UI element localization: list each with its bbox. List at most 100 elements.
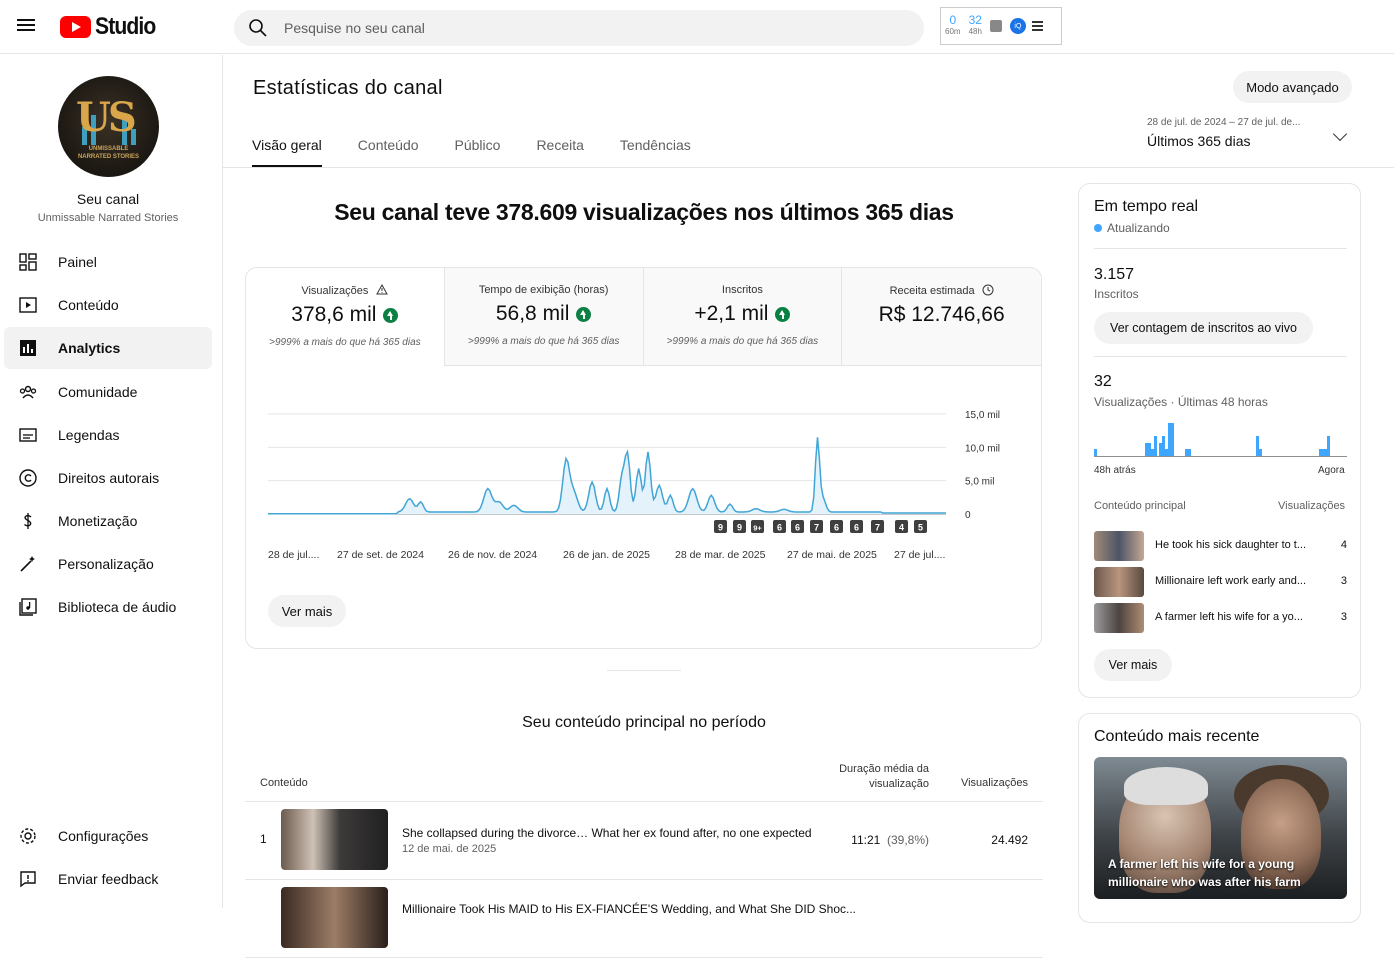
channel-avatar[interactable]: US UNMISSABLE NARRATED STORIES xyxy=(58,76,159,177)
ext-chart-icon[interactable] xyxy=(989,20,1002,32)
sidebar-item-label: Direitos autorais xyxy=(58,470,160,486)
menu-icon[interactable] xyxy=(16,16,38,38)
date-range-picker[interactable]: 28 de jul. de 2024 – 27 de jul. de... Úl… xyxy=(1147,117,1348,149)
views-chart: 15,0 mil 10,0 mil 5,0 mil 0 28 de jul.... 27 … xyxy=(246,366,1041,566)
top-content-header: Conteúdo principal xyxy=(1094,500,1186,512)
table-row[interactable]: 1 She collapsed during the divorce… What… xyxy=(245,802,1043,880)
tab-conteudo[interactable]: Conteúdo xyxy=(358,137,419,167)
ext-counter-48h: 32 48h xyxy=(968,13,982,36)
video-marker[interactable]: 6 xyxy=(791,520,804,533)
video-title[interactable]: She collapsed during the divorce… What h… xyxy=(402,826,812,840)
video-title[interactable]: A farmer left his wife for a yo... xyxy=(1155,611,1319,623)
sidebar-item-legendas[interactable]: Legendas xyxy=(4,414,212,456)
recent-video-thumbnail[interactable]: A farmer left his wife for a young milli… xyxy=(1094,757,1347,899)
search-bar[interactable]: Pesquise no seu canal xyxy=(234,10,924,46)
realtime-views-value: 32 xyxy=(1094,373,1112,390)
copyright-icon xyxy=(16,466,40,490)
x-tick-label: 27 de jul.... xyxy=(894,549,945,561)
live-subscriber-count-button[interactable]: Ver contagem de inscritos ao vivo xyxy=(1094,312,1313,344)
realtime-views-label: Visualizações · Últimas 48 horas xyxy=(1094,395,1268,409)
sidebar-item-label: Comunidade xyxy=(58,384,138,400)
video-thumbnail[interactable] xyxy=(1094,603,1144,633)
video-thumbnail[interactable] xyxy=(1094,567,1144,597)
video-thumbnail[interactable] xyxy=(281,809,388,870)
col-content: Conteúdo xyxy=(260,777,308,789)
list-item[interactable]: Millionaire left work early and... 3 xyxy=(1094,567,1347,597)
advanced-mode-button[interactable]: Modo avançado xyxy=(1233,71,1352,103)
video-marker[interactable]: 7 xyxy=(871,520,884,533)
metric-watch-time[interactable]: Tempo de exibição (horas) 56,8 mil >999%… xyxy=(444,268,644,366)
tab-visao-geral[interactable]: Visão geral xyxy=(252,137,322,168)
ext-counter-60m: 0 60m xyxy=(945,13,961,36)
video-marker[interactable]: 9 xyxy=(733,520,746,533)
video-title[interactable]: Millionaire Took His MAID to His EX-FIAN… xyxy=(402,902,856,916)
clock-icon xyxy=(982,284,994,296)
realtime-bar[interactable] xyxy=(1170,423,1174,456)
realtime-bar[interactable] xyxy=(1153,436,1157,456)
realtime-bar[interactable] xyxy=(1327,436,1331,456)
row-index: 1 xyxy=(260,832,267,846)
sidebar-item-personalizacao[interactable]: Personalização xyxy=(4,543,212,585)
video-title[interactable]: Millionaire left work early and... xyxy=(1155,575,1319,587)
x-tick-label: 28 de jul.... xyxy=(268,549,319,561)
realtime-bar[interactable] xyxy=(1258,449,1262,456)
metric-value: 378,6 mil xyxy=(291,303,377,326)
ext-badge-icon[interactable]: iQ xyxy=(1009,18,1026,34)
extension-widget[interactable]: 0 60m 32 48h iQ xyxy=(940,7,1062,45)
video-marker[interactable]: 6 xyxy=(830,520,843,533)
top-bar: Studio Pesquise no seu canal 0 60m 32 48h … xyxy=(0,0,1394,54)
metric-label: Visualizações xyxy=(301,285,369,297)
dollar-icon xyxy=(16,509,40,533)
metric-subscribers[interactable]: Inscritos +2,1 mil >999% a mais do que h… xyxy=(643,268,843,366)
x-tick-label: 26 de jan. de 2025 xyxy=(563,549,650,561)
studio-logo[interactable]: Studio xyxy=(60,13,164,40)
y-tick-label: 15,0 mil xyxy=(965,410,1000,421)
realtime-status: Atualizando xyxy=(1094,221,1170,235)
tab-receita[interactable]: Receita xyxy=(536,137,583,167)
sidebar-item-monetizacao[interactable]: Monetização xyxy=(4,500,212,542)
x-tick-label: 26 de nov. de 2024 xyxy=(448,549,537,561)
arrow-up-icon xyxy=(775,306,791,322)
sidebar-item-direitos-autorais[interactable]: Direitos autorais xyxy=(4,457,212,499)
tab-tendencias[interactable]: Tendências xyxy=(620,137,691,167)
list-item[interactable]: A farmer left his wife for a yo... 3 xyxy=(1094,603,1347,633)
tab-publico[interactable]: Público xyxy=(455,137,501,167)
sidebar-item-conteudo[interactable]: Conteúdo xyxy=(4,284,212,326)
realtime-bar[interactable] xyxy=(1094,449,1097,456)
video-marker[interactable]: 5 xyxy=(914,520,927,533)
search-input[interactable]: Pesquise no seu canal xyxy=(284,20,425,36)
subtitles-icon xyxy=(16,423,40,447)
axis-end-label: Agora xyxy=(1318,465,1345,476)
sidebar-item-configuracoes[interactable]: Configurações xyxy=(4,815,212,857)
video-title[interactable]: He took his sick daughter to t... xyxy=(1155,539,1319,551)
video-marker[interactable]: 7 xyxy=(810,520,823,533)
metric-views[interactable]: Visualizações 378,6 mil >999% a mais do … xyxy=(246,268,445,366)
sidebar-item-analytics[interactable]: Analytics xyxy=(4,327,212,369)
metric-revenue[interactable]: Receita estimada R$ 12.746,66 xyxy=(842,268,1041,366)
video-marker[interactable]: 4 xyxy=(895,520,908,533)
ext-menu-icon[interactable] xyxy=(1031,19,1043,33)
realtime-bar[interactable] xyxy=(1187,449,1191,456)
feedback-icon xyxy=(16,867,40,891)
sidebar-item-label: Personalização xyxy=(58,556,154,572)
views-area xyxy=(268,437,946,514)
video-marker[interactable]: 6 xyxy=(850,520,863,533)
video-marker[interactable]: 9 xyxy=(714,520,727,533)
sidebar-item-painel[interactable]: Painel xyxy=(4,241,212,283)
gear-icon xyxy=(16,824,40,848)
sidebar-item-biblioteca-de-audio[interactable]: Biblioteca de áudio xyxy=(4,586,212,628)
video-marker[interactable]: 6 xyxy=(773,520,786,533)
recent-video-title[interactable]: A farmer left his wife for a young milli… xyxy=(1108,855,1308,891)
video-thumbnail[interactable] xyxy=(281,887,388,948)
sidebar-item-comunidade[interactable]: Comunidade xyxy=(4,371,212,413)
sidebar: US UNMISSABLE NARRATED STORIES Seu canal… xyxy=(0,55,223,908)
table-row[interactable]: Millionaire Took His MAID to His EX-FIAN… xyxy=(245,880,1043,958)
realtime-see-more-button[interactable]: Ver mais xyxy=(1094,649,1172,681)
magic-wand-icon xyxy=(16,552,40,576)
video-thumbnail[interactable] xyxy=(1094,531,1144,561)
video-marker[interactable]: 9+ xyxy=(751,520,764,533)
sidebar-item-enviar-feedback[interactable]: Enviar feedback xyxy=(4,858,212,900)
views-chart-svg: 15,0 mil 10,0 mil 5,0 mil 0 28 de jul.... 27 … xyxy=(268,410,1000,561)
list-item[interactable]: He took his sick daughter to t... 4 xyxy=(1094,531,1347,561)
see-more-button[interactable]: Ver mais xyxy=(268,595,346,627)
